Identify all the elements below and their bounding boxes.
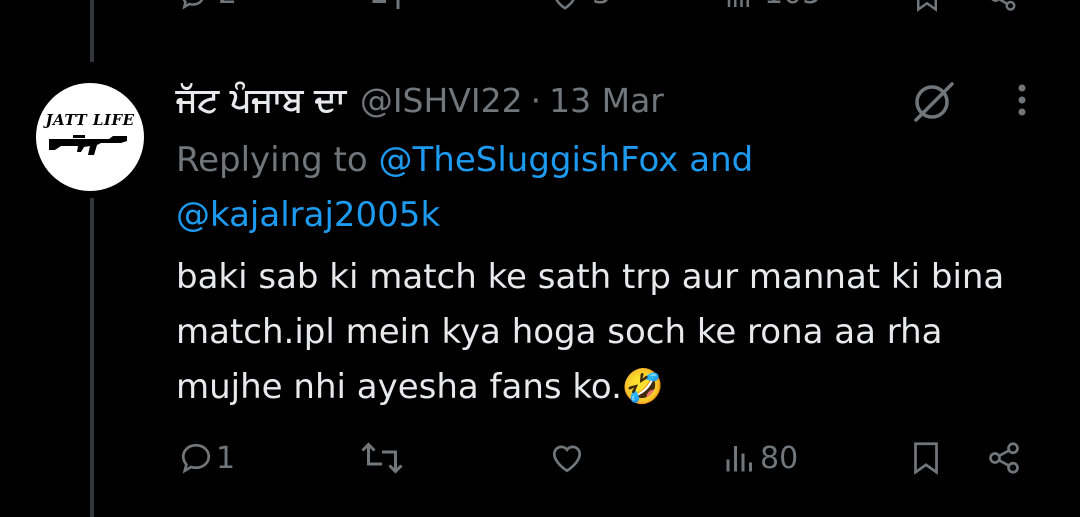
prev-like-button[interactable]: 3 [550,0,611,20]
tweet-actions: 1 80 [0,440,1080,486]
grok-icon [914,82,954,122]
views-icon [726,446,752,472]
prev-bookmark-button[interactable] [912,0,942,20]
more-icon [1018,84,1026,116]
like-icon [552,445,582,473]
separator-dot: · [530,80,542,120]
like-icon [555,0,575,10]
reply-button[interactable]: 1 [178,440,235,476]
prev-share-button[interactable] [988,0,1018,20]
reply-icon [181,443,211,474]
share-button[interactable] [984,440,1024,476]
tweet-text: baki sab ki match ke sath trp aur mannat… [176,257,1005,407]
retweet-icon [361,442,403,474]
reply-count: 1 [216,440,236,476]
like-button[interactable] [548,440,586,476]
share-icon [991,0,1016,11]
prev-reply-button[interactable]: 2 [178,0,237,20]
views-count: 80 [760,440,799,476]
reply-joiner: and [689,140,754,180]
previous-tweet-actions: 2 3 105 [0,0,1080,18]
views-button[interactable]: 80 [722,440,798,476]
more-button[interactable] [1008,80,1036,120]
reply-mention-1[interactable]: @TheSluggishFox [379,140,679,180]
author-handle[interactable]: @ISHVI22 [360,81,523,120]
retweet-button[interactable] [358,440,406,476]
replying-to: Replying to @TheSluggishFox and @kajalra… [176,133,896,243]
retweet-icon [372,0,400,9]
views-icon [727,0,749,7]
author-name[interactable]: ਜੱਟ ਪੰਜਾਬ ਦਾ [176,80,346,120]
replying-prefix: Replying to [176,140,368,180]
prev-retweet-button[interactable] [368,0,404,20]
prev-like-count: 3 [592,0,611,11]
bookmark-icon [914,442,938,475]
rifle-icon [49,135,127,155]
bookmark-button[interactable] [908,440,944,476]
prev-reply-count: 2 [218,0,237,11]
reply-mention-2[interactable]: @kajalraj2005k [176,195,440,235]
share-icon [989,442,1019,474]
grok-button[interactable] [908,74,960,126]
tweet-header: ਜੱਟ ਪੰਜਾਬ ਦਾ @ISHVI22 · 13 Mar [176,78,664,122]
tweet-date[interactable]: 13 Mar [549,81,664,120]
prev-views-button[interactable]: 105 [724,0,821,20]
avatar-text: JATT LIFE [45,111,135,129]
bookmark-icon [917,0,937,12]
prev-views-count: 105 [764,0,821,11]
reply-icon [182,0,204,10]
avatar[interactable]: JATT LIFE [36,83,144,191]
